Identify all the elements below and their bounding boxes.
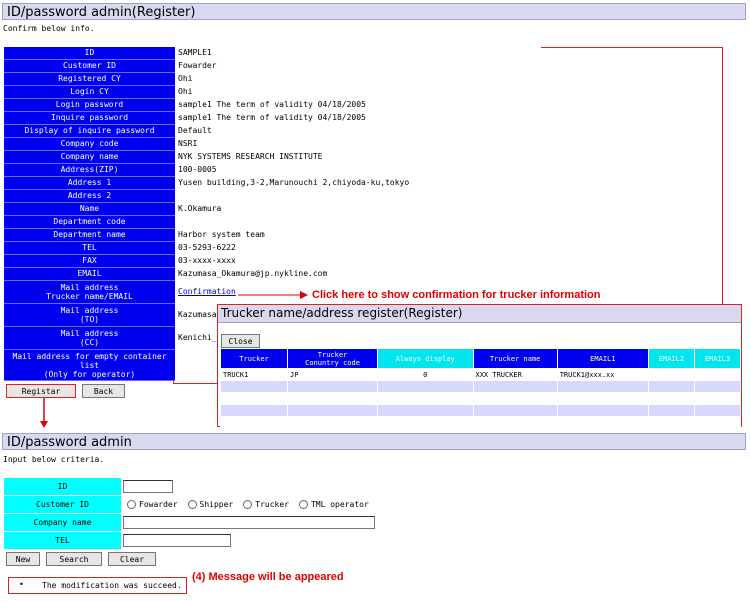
trucker-table-cell xyxy=(219,404,289,417)
search-instruction: Input below criteria. xyxy=(3,455,105,464)
trucker-table-cell xyxy=(647,416,695,429)
search-title-bar: ID/password admin xyxy=(2,433,746,450)
trucker-table-cell xyxy=(556,392,649,405)
trucker-table-cell xyxy=(693,416,742,429)
trucker-table-row xyxy=(219,392,742,405)
trucker-table-cell xyxy=(377,404,474,417)
customer-type-radio[interactable] xyxy=(298,500,308,509)
trucker-table-header: Trucker Conuntry code xyxy=(287,348,379,369)
search-button[interactable]: Search xyxy=(46,552,102,566)
id-label: ID xyxy=(4,478,121,496)
trucker-table-cell xyxy=(472,392,558,405)
trucker-table-cell: 0 xyxy=(377,368,474,381)
trucker-table-cell xyxy=(219,380,289,393)
trucker-table-cell xyxy=(287,392,379,405)
customer-type-label: Trucker xyxy=(255,500,289,509)
trucker-table-row xyxy=(219,404,742,417)
id-input[interactable] xyxy=(123,480,173,494)
customer-type-label: Fowarder xyxy=(139,500,178,509)
trucker-table-cell xyxy=(693,368,742,381)
trucker-table-cell xyxy=(693,380,742,393)
customer-type-radio[interactable] xyxy=(243,500,253,509)
trucker-table-cell xyxy=(287,380,379,393)
customer-type-radio[interactable] xyxy=(127,500,136,509)
customer-id-label: Customer ID xyxy=(4,495,121,514)
trucker-table-cell xyxy=(287,404,379,417)
trucker-table-cell xyxy=(377,392,474,405)
trucker-table: Trucker Trucker Conuntry code Always displ… xyxy=(219,348,742,429)
search-title: ID/password admin xyxy=(7,435,132,450)
trucker-table-cell: JP xyxy=(287,368,379,381)
trucker-table-cell xyxy=(556,416,649,429)
trucker-table-cell xyxy=(472,416,558,429)
trucker-table-cell xyxy=(647,380,695,393)
new-button[interactable]: New xyxy=(6,552,40,566)
trucker-table-header: EMAIL3 xyxy=(693,348,742,369)
bullet-icon: • xyxy=(19,580,24,589)
tel-label: TEL xyxy=(4,531,121,550)
tel-input[interactable] xyxy=(123,534,231,547)
trucker-table-cell xyxy=(556,404,649,417)
trucker-table-cell xyxy=(472,380,558,393)
clear-button[interactable]: Clear xyxy=(108,552,156,566)
trucker-table-header: Trucker xyxy=(219,348,289,369)
click-here-annotation: Click here to show confirmation for truc… xyxy=(312,289,601,301)
company-name-input[interactable] xyxy=(123,516,375,529)
customer-type-label: TML operator xyxy=(310,500,369,509)
trucker-table-cell xyxy=(219,392,289,405)
trucker-table-cell: XXX TRUCKER xyxy=(472,368,558,381)
trucker-table-cell xyxy=(377,380,474,393)
trucker-table-header: EMAIL2 xyxy=(647,348,695,369)
popup-close-button[interactable]: Close xyxy=(221,334,260,348)
trucker-table-cell xyxy=(647,404,695,417)
trucker-table-cell xyxy=(556,380,649,393)
trucker-table-row xyxy=(219,380,742,393)
trucker-table-cell xyxy=(647,368,695,381)
trucker-table-row xyxy=(219,416,742,429)
trucker-table-cell xyxy=(472,404,558,417)
customer-type-label: Shipper xyxy=(199,500,234,509)
trucker-table-cell xyxy=(647,392,695,405)
message-annotation: (4) Message will be appeared xyxy=(192,571,344,583)
trucker-table-cell xyxy=(287,416,379,429)
trucker-table-cell: TRUCK1 xyxy=(219,368,289,381)
trucker-table-header: Trucker name xyxy=(472,348,558,369)
trucker-table-cell xyxy=(377,416,474,429)
search-form: ID Customer ID Fowarder Shipper Trucker TML… xyxy=(4,478,377,550)
popup-title: Trucker name/address register(Register) xyxy=(218,305,741,323)
customer-type-radio[interactable] xyxy=(187,500,197,509)
message-box: • The modification was succeed. xyxy=(8,577,187,594)
trucker-table-row: TRUCK1 JP 0 XXX TRUCKER TRUCK1@xxx.xx xyxy=(219,368,742,381)
trucker-table-cell xyxy=(693,392,742,405)
trucker-table-cell xyxy=(693,404,742,417)
trucker-table-header: EMAIL1 xyxy=(556,348,649,369)
trucker-table-cell: TRUCK1@xxx.xx xyxy=(556,368,649,381)
trucker-table-header: Always display xyxy=(377,348,474,369)
trucker-register-popup: Trucker name/address register(Register) … xyxy=(217,304,742,429)
trucker-table-cell xyxy=(219,416,289,429)
success-message: The modification was succeed. xyxy=(42,581,182,590)
company-name-label: Company name xyxy=(4,513,121,532)
